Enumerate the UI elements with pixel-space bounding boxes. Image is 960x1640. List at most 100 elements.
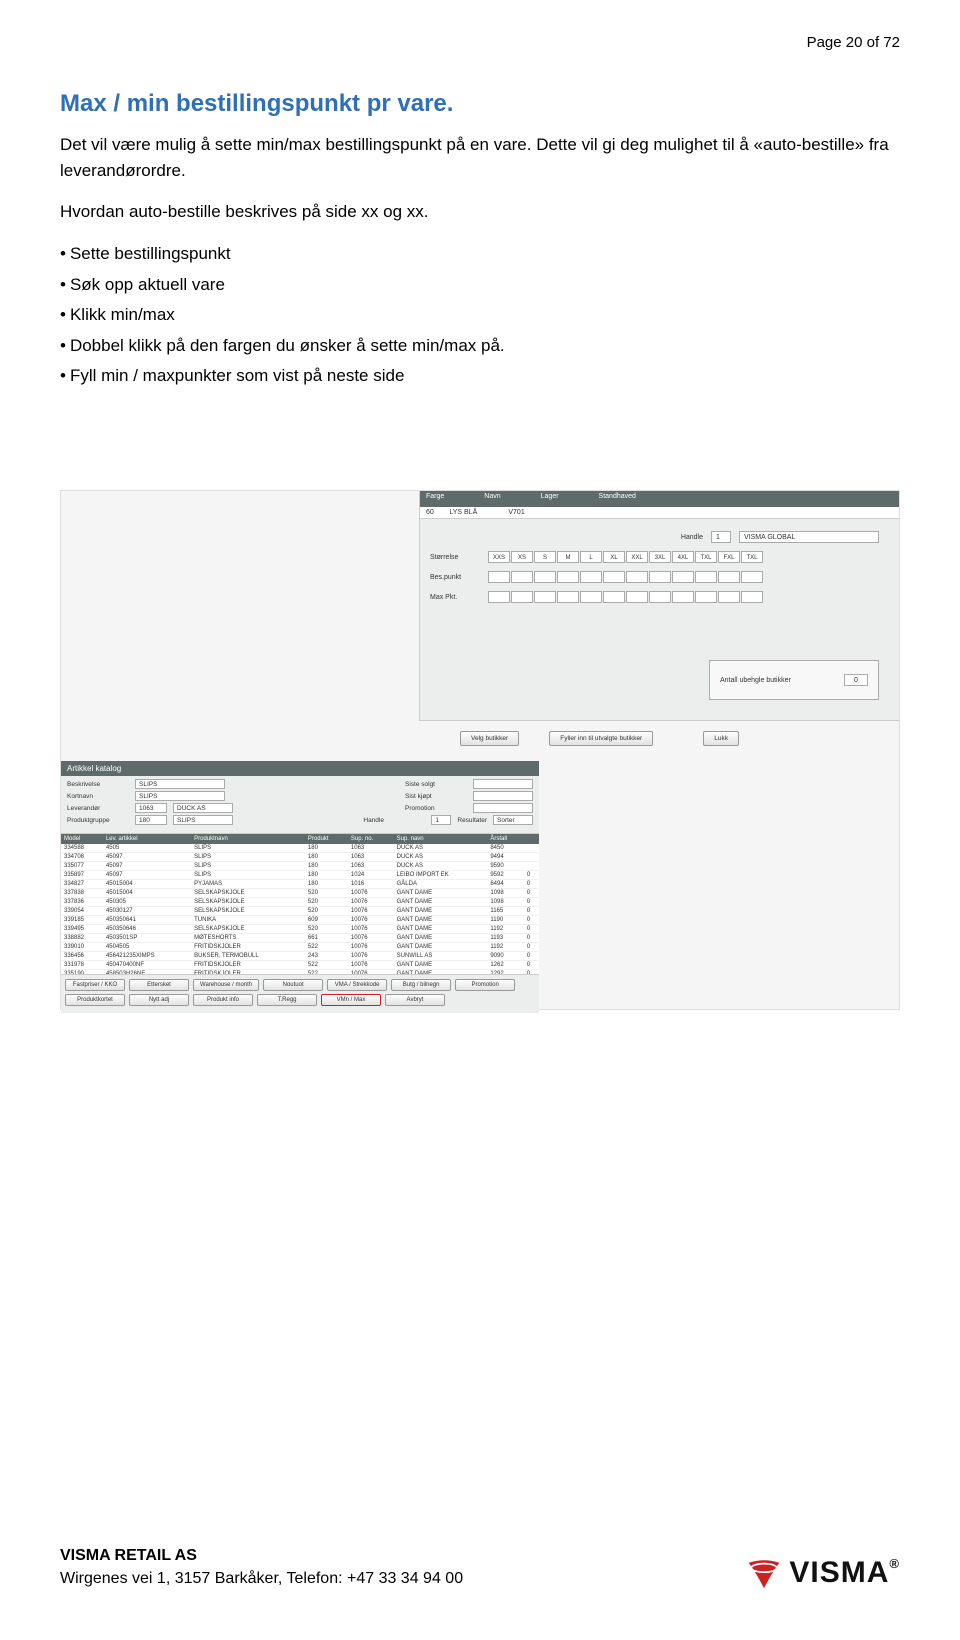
close-button[interactable]: Lukk [703, 731, 739, 746]
bespunkt-input[interactable] [534, 571, 556, 583]
table-row[interactable]: 339495450350646SELSKAPSKJOLE52010076GANT… [61, 925, 539, 934]
fill-selected-button[interactable]: Fyller inn til utvalgte butikker [549, 731, 653, 746]
table-row[interactable]: 331978450470400NFFRITIDSKJOLER52210076GA… [61, 961, 539, 970]
filter-handle-input[interactable]: 1 [431, 815, 451, 825]
maxpkt-input[interactable] [557, 591, 579, 603]
handle-name-input[interactable]: VISMA GLOBAL [739, 531, 879, 543]
bespunkt-input[interactable] [672, 571, 694, 583]
catalog-button[interactable]: Produktkortet [65, 994, 125, 1006]
catalog-button[interactable]: VMA / Strekkode [327, 979, 387, 991]
maxpkt-input[interactable] [603, 591, 625, 603]
table-header[interactable]: Model [61, 834, 103, 844]
page-number: Page 20 of 72 [807, 34, 900, 51]
filter-lev-code-input[interactable]: 1063 [135, 803, 167, 813]
table-row[interactable]: 336456456421235XIMPSBUKSER, TERMOBULL243… [61, 952, 539, 961]
min-max-button[interactable]: VMn / Max [321, 994, 381, 1006]
table-cell: SLIPS [191, 853, 305, 862]
catalog-button[interactable]: Nytt adj [129, 994, 189, 1006]
maxpkt-input[interactable] [580, 591, 602, 603]
table-cell: 0 [524, 880, 539, 889]
table-row[interactable]: 337836450305SELSKAPSKJOLE52010076GANT DA… [61, 898, 539, 907]
table-row[interactable]: 33589745097SLIPS1801024LEIBO IMPORT EK95… [61, 871, 539, 880]
filter-resultater-input[interactable]: Sorter [493, 815, 533, 825]
bespunkt-input[interactable] [511, 571, 533, 583]
maxpkt-input[interactable] [511, 591, 533, 603]
table-header[interactable]: Sup. no. [348, 834, 394, 844]
filter-kortnavn-input[interactable]: SLIPS [135, 791, 225, 801]
variant-row[interactable]: 60 LYS BLÅ V701 [420, 507, 899, 519]
table-row[interactable]: 33482745015004PYJAMAS1801016GÅLDA64940 [61, 880, 539, 889]
table-cell: 0 [524, 889, 539, 898]
bespunkt-input[interactable] [718, 571, 740, 583]
table-cell: 10076 [348, 943, 394, 952]
bespunkt-input[interactable] [649, 571, 671, 583]
catalog-table-area: ModelLev. artikkelProduktnavnProduktSup.… [61, 834, 539, 974]
maxpkt-input[interactable] [718, 591, 740, 603]
table-cell: SLIPS [191, 871, 305, 880]
table-header[interactable]: Produkt [305, 834, 348, 844]
filter-pg-name-input[interactable]: SLIPS [173, 815, 233, 825]
size-header: XXL [626, 551, 648, 563]
table-cell: 45030127 [103, 907, 191, 916]
table-header[interactable]: Lev. artikkel [103, 834, 191, 844]
table-header[interactable]: Sup. navn [394, 834, 488, 844]
filter-sistkjopt-input[interactable] [473, 791, 533, 801]
bespunkt-input[interactable] [603, 571, 625, 583]
catalog-button[interactable]: Noutuot [263, 979, 323, 991]
table-row[interactable]: 33905445030127SELSKAPSKJOLE52010076GANT … [61, 907, 539, 916]
table-row[interactable]: 3345884505SLIPS1801063DUCK AS8450 [61, 844, 539, 853]
maxpkt-input[interactable] [695, 591, 717, 603]
maxpkt-input[interactable] [649, 591, 671, 603]
maxpkt-input[interactable] [534, 591, 556, 603]
table-row[interactable]: 33783845015004SELSKAPSKJOLE52010076GANT … [61, 889, 539, 898]
bespunkt-input[interactable] [557, 571, 579, 583]
filter-lev-name-input[interactable]: DUCK AS [173, 803, 233, 813]
handle-input[interactable]: 1 [711, 531, 731, 543]
table-row[interactable]: 339185450350641TUNIKA60910076GANT DAME11… [61, 916, 539, 925]
catalog-button[interactable]: Avbryt [385, 994, 445, 1006]
table-cell: 4505 [103, 844, 191, 853]
table-row[interactable]: 33470845097SLIPS1801063DUCK AS9494 [61, 853, 539, 862]
maxpkt-input[interactable] [672, 591, 694, 603]
bespunkt-input[interactable] [695, 571, 717, 583]
filter-pg-code-input[interactable]: 180 [135, 815, 167, 825]
bespunkt-input[interactable] [741, 571, 763, 583]
catalog-button[interactable]: Butg / bilnegn [391, 979, 451, 991]
table-cell: 1098 [487, 898, 524, 907]
size-header: 3XL [649, 551, 671, 563]
table-cell: SELSKAPSKJOLE [191, 898, 305, 907]
catalog-button[interactable]: Ettersket [129, 979, 189, 991]
table-cell: 661 [305, 934, 348, 943]
variant-name: LYS BLÅ [449, 509, 477, 516]
maxpkt-input[interactable] [626, 591, 648, 603]
catalog-button[interactable]: Produkt info [193, 994, 253, 1006]
size-header: XL [603, 551, 625, 563]
table-cell: 336456 [61, 952, 103, 961]
size-header: 4XL [672, 551, 694, 563]
filter-sistesolgt-input[interactable] [473, 779, 533, 789]
bespunkt-input[interactable] [580, 571, 602, 583]
bespunkt-input[interactable] [488, 571, 510, 583]
table-row[interactable]: 3390104504505FRITIDSKJOLER52210076GANT D… [61, 943, 539, 952]
table-cell: 522 [305, 943, 348, 952]
catalog-button[interactable]: Fastpriser / KKO [65, 979, 125, 991]
bespunkt-input[interactable] [626, 571, 648, 583]
filter-promotion-input[interactable] [473, 803, 533, 813]
table-header[interactable]: Årstall [487, 834, 524, 844]
table-header[interactable]: Produktnavn [191, 834, 305, 844]
size-boxes: XXSXSSMLXLXXL3XL4XLTXLFXLTXL [488, 551, 763, 563]
catalog-button[interactable]: T.Regg [257, 994, 317, 1006]
maxpkt-input[interactable] [488, 591, 510, 603]
table-row[interactable]: 3388824503501SPMØTESHORTS66110076GANT DA… [61, 934, 539, 943]
button-row-2: Produktkortet Nytt adj Produkt info T.Regg V… [65, 994, 535, 1006]
table-cell: 10076 [348, 889, 394, 898]
table-header[interactable] [524, 834, 539, 844]
table-row[interactable]: 33507745097SLIPS1801063DUCK AS9590 [61, 862, 539, 871]
catalog-button[interactable]: Warehouse / month [193, 979, 259, 991]
maxpkt-input[interactable] [741, 591, 763, 603]
table-cell: 334588 [61, 844, 103, 853]
select-stores-button[interactable]: Velg butikker [460, 731, 519, 746]
filter-beskrivelse-input[interactable]: SLIPS [135, 779, 225, 789]
table-cell: 0 [524, 961, 539, 970]
catalog-button[interactable]: Promotion [455, 979, 515, 991]
